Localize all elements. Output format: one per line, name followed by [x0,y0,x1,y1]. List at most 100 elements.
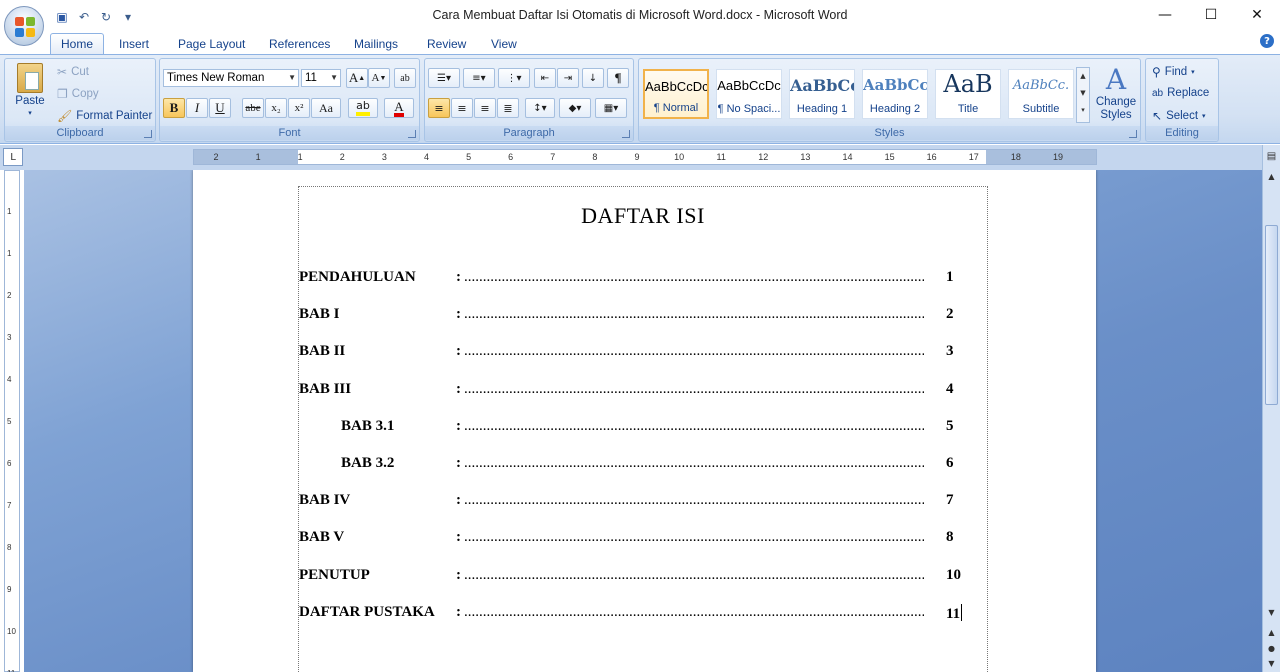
toc-leader: ........................................… [464,343,924,360]
toc-entry[interactable]: BAB I:..................................… [299,306,989,326]
ruler-tick-label: 12 [758,152,769,162]
select-button[interactable]: ↖ Select ▾ [1152,109,1206,123]
shading-button[interactable]: ◆▾ [559,98,591,118]
binoculars-icon: ⚲ [1152,65,1161,79]
tab-mailings[interactable]: Mailings [344,33,408,54]
vertical-scrollbar[interactable]: ▤ ▲ ▼ ▲ ● ▼ [1262,145,1280,672]
change-case-button[interactable]: Aa [311,98,341,118]
horizontal-ruler[interactable]: 2 1 1 2 3 4 5 6 7 8 9 10 11 12 13 14 15 16 17 18 19 [193,149,1097,165]
change-styles-button[interactable]: A Change Styles [1094,63,1138,122]
ruler-tick-label: 15 [884,152,895,162]
toc-entry[interactable]: BAB 3.1:................................… [299,418,989,438]
sort-button[interactable]: ↓ [582,68,604,88]
superscript-button[interactable]: x² [288,98,310,118]
maximize-button[interactable]: ☐ [1188,0,1234,30]
toc-entry[interactable]: BAB II:.................................… [299,343,989,363]
paste-button[interactable]: Paste ▾ [11,63,49,123]
line-spacing-button[interactable]: ↕▾ [525,98,555,118]
strikethrough-button[interactable]: abe [242,98,264,118]
tab-review[interactable]: Review [417,33,476,54]
font-launcher-icon[interactable] [408,130,416,138]
style-normal[interactable]: AaBbCcDc ¶ Normal [643,69,709,119]
tab-home[interactable]: Home [50,33,105,54]
toc-entry[interactable]: BAB III:................................… [299,381,989,401]
toc-entry[interactable]: PENUTUP:................................… [299,567,989,587]
previous-page-icon[interactable]: ▲ [1264,625,1279,640]
toc-page-number-text: 4 [946,380,954,397]
italic-button[interactable]: I [186,98,208,118]
scroll-down-icon[interactable]: ▼ [1264,605,1279,620]
toc-entry-label: BAB V [299,529,345,546]
copy-button[interactable]: ❐ Copy [57,87,99,101]
toc-page-number-text: 10 [946,566,961,583]
tab-insert[interactable]: Insert [109,33,159,54]
format-painter-button[interactable]: 🖌 Format Painter [57,109,152,123]
change-styles-icon: A [1105,62,1127,96]
multilevel-list-button[interactable]: ⋮▾ [498,68,530,88]
scroll-thumb[interactable] [1265,225,1278,405]
bold-button[interactable]: B [163,98,185,118]
vertical-ruler[interactable]: 11234567891011 [4,170,20,672]
toc-entry[interactable]: BAB IV:.................................… [299,492,989,512]
vruler-tick-label: 1 [7,207,12,216]
close-button[interactable]: ✕ [1234,0,1280,30]
toc-leader: ........................................… [464,306,924,323]
clear-formatting-button[interactable]: ab [394,68,416,88]
toc-entry[interactable]: PENDAHULUAN:............................… [299,269,989,289]
align-left-button[interactable]: ≡ [428,98,450,118]
tab-selector[interactable]: L [3,148,23,166]
cut-button[interactable]: ✂ Cut [57,65,89,79]
justify-button[interactable]: ≣ [497,98,519,118]
borders-button[interactable]: ▦▾ [595,98,627,118]
scroll-up-icon[interactable]: ▲ [1264,169,1279,184]
ruler-tick-label: 3 [381,152,387,162]
toc-entry[interactable]: BAB 3.2:................................… [299,455,989,475]
align-center-button[interactable]: ≡ [451,98,473,118]
help-icon[interactable]: ? [1260,34,1274,48]
decrease-indent-button[interactable]: ⇤ [534,68,556,88]
toc-entry[interactable]: BAB V:..................................… [299,529,989,549]
highlight-button[interactable]: ab [348,98,378,118]
ruler-bar: L 2 1 1 2 3 4 5 6 7 8 9 10 11 12 13 14 15 16 17 18 19 [0,145,1280,170]
toc-page-number: 6 [946,455,954,472]
ruler-toggle-icon[interactable]: ▤ [1264,149,1279,164]
window-title: Cara Membuat Daftar Isi Otomatis di Micr… [432,8,848,22]
style-subtitle[interactable]: AaBbCc. Subtitle [1008,69,1074,119]
ruler-tick-label: 8 [592,152,598,162]
replace-button[interactable]: ab Replace [1152,87,1209,99]
style-title[interactable]: AaB Title [935,69,1001,119]
font-label: Font [160,126,419,140]
font-size-combo[interactable]: 11 ▼ [301,69,341,87]
clipboard-launcher-icon[interactable] [144,130,152,138]
vruler-tick-label: 9 [7,585,12,594]
tab-page-layout[interactable]: Page Layout [168,33,255,54]
text-box[interactable]: DAFTAR ISI PENDAHULUAN:.................… [298,186,988,672]
select-browse-object-icon[interactable]: ● [1264,641,1279,656]
find-button[interactable]: ⚲ Find ▾ [1152,65,1195,79]
tab-view[interactable]: View [481,33,527,54]
subscript-button[interactable]: x₂ [265,98,287,118]
numbering-button[interactable]: ≡▾ [463,68,495,88]
paragraph-launcher-icon[interactable] [622,130,630,138]
style-heading-2[interactable]: AaBbCc Heading 2 [862,69,928,119]
font-name-combo[interactable]: Times New Roman ▼ [163,69,299,87]
align-right-button[interactable]: ≡ [474,98,496,118]
show-formatting-button[interactable]: ¶ [607,68,629,88]
styles-scroll[interactable]: ▲ ▼ ▾ [1076,67,1090,123]
office-button[interactable] [4,6,44,46]
grow-font-button[interactable]: A ▲ [346,68,368,88]
tab-references[interactable]: References [259,33,340,54]
document-page[interactable]: DAFTAR ISI PENDAHULUAN:.................… [193,170,1096,672]
minimize-button[interactable]: — [1142,0,1188,30]
style-heading-1[interactable]: AaBbCc Heading 1 [789,69,855,119]
bullets-button[interactable]: ☰▾ [428,68,460,88]
styles-launcher-icon[interactable] [1129,130,1137,138]
next-page-icon[interactable]: ▼ [1264,656,1279,671]
style-no-spacing[interactable]: AaBbCcDc ¶ No Spaci... [716,69,782,119]
paste-label: Paste [15,95,45,107]
increase-indent-button[interactable]: ⇥ [557,68,579,88]
toc-entry[interactable]: DAFTAR PUSTAKA:.........................… [299,603,989,624]
underline-button[interactable]: U [209,98,231,118]
font-color-button[interactable]: A [384,98,414,118]
shrink-font-button[interactable]: A ▼ [368,68,390,88]
